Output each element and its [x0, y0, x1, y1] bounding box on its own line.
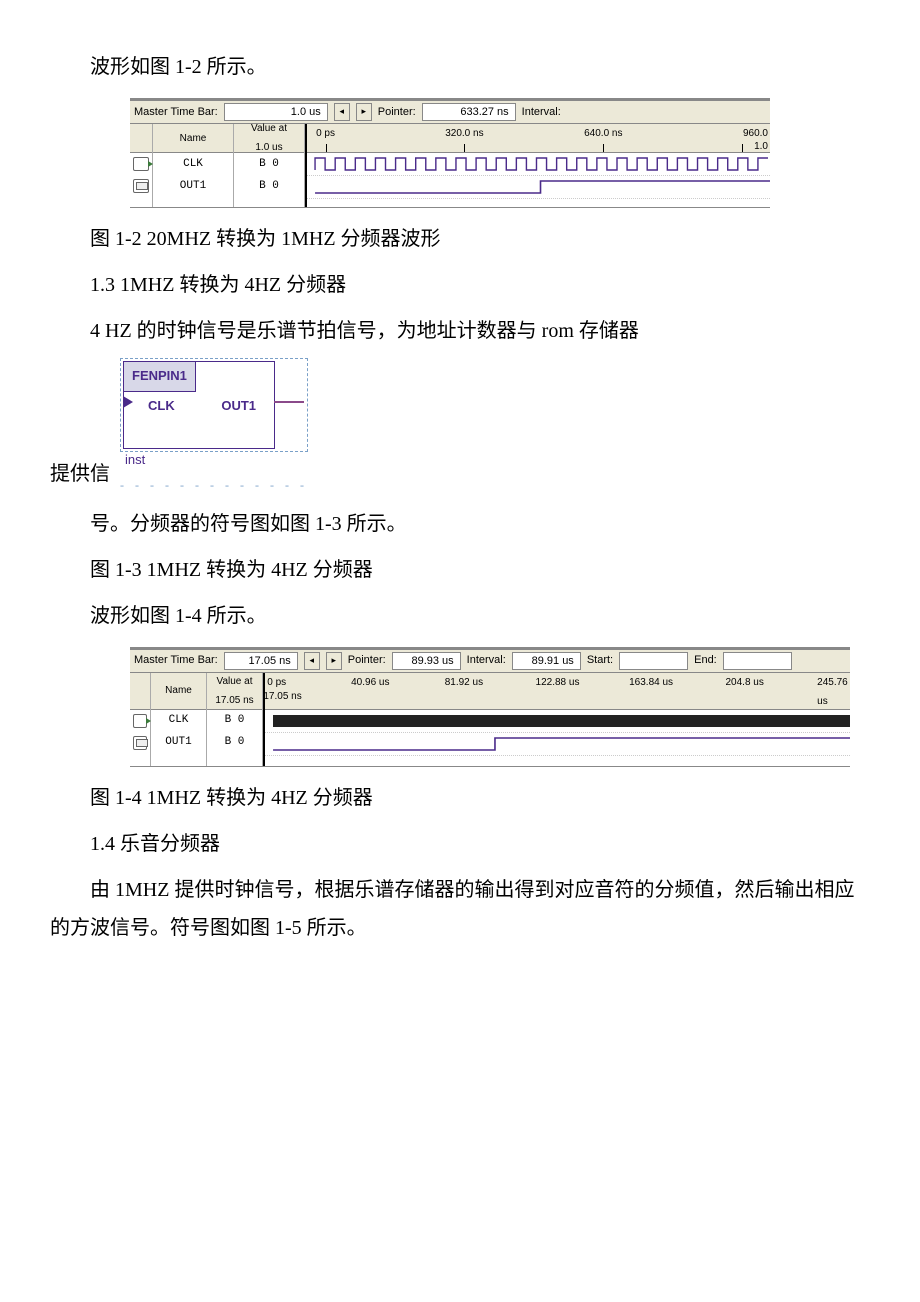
value-column-header: Value at — [217, 672, 253, 691]
figure-caption: 图 1-2 20MHZ 转换为 1MHZ 分频器波形 — [50, 220, 870, 258]
figure-caption: 图 1-4 1MHZ 转换为 4HZ 分频器 — [50, 779, 870, 817]
signal-name[interactable]: CLK — [151, 710, 206, 732]
name-column-header: Name — [153, 124, 233, 153]
time-ruler: 0 ps 40.96 us 81.92 us 122.88 us 163.84 … — [265, 673, 850, 710]
block-diagram: FENPIN1 CLK OUT1 inst — [120, 358, 308, 452]
port-label-clk: CLK — [148, 394, 175, 419]
waveform-lane-clk — [307, 153, 770, 176]
pointer-field[interactable]: 89.93 us — [392, 652, 461, 670]
waveform-lane-out1 — [307, 176, 770, 199]
step-right-button[interactable]: ▸ — [326, 652, 342, 670]
section-heading: 1.4 乐音分频器 — [50, 825, 870, 863]
value-column-time: 17.05 ns — [215, 691, 253, 710]
figure-1-2: Master Time Bar: 1.0 us ◂ ▸ Pointer: 633… — [130, 98, 870, 208]
master-time-bar-label: Master Time Bar: — [134, 650, 218, 671]
waveform-toolbar: Master Time Bar: 1.0 us ◂ ▸ Pointer: 633… — [130, 101, 770, 124]
signal-value: B 0 — [234, 153, 304, 175]
waveform-lane-clk — [265, 710, 850, 733]
output-pin-icon — [133, 736, 147, 750]
figure-1-4: Master Time Bar: 17.05 ns ◂ ▸ Pointer: 8… — [130, 647, 870, 767]
value-column-header: Value at — [251, 119, 287, 138]
time-ruler: 0 ps 320.0 ns 640.0 ns 960.0 1.0 — [307, 124, 770, 153]
waveform-plot[interactable]: 0 ps 320.0 ns 640.0 ns 960.0 1.0 — [307, 124, 770, 207]
start-field[interactable] — [619, 652, 688, 670]
figure-caption: 图 1-3 1MHZ 转换为 4HZ 分频器 — [50, 551, 870, 589]
waveform-plot[interactable]: 0 ps 40.96 us 81.92 us 122.88 us 163.84 … — [265, 673, 850, 766]
interval-field[interactable]: 89.91 us — [512, 652, 581, 670]
signal-value: B 0 — [207, 732, 262, 754]
waveform-toolbar: Master Time Bar: 17.05 ns ◂ ▸ Pointer: 8… — [130, 650, 850, 673]
instance-label: inst — [125, 448, 145, 473]
interval-label: Interval: — [522, 102, 561, 123]
waveform-lane-out1 — [265, 733, 850, 756]
port-label-out1: OUT1 — [221, 394, 256, 419]
input-pin-icon — [133, 157, 149, 171]
signal-value: B 0 — [207, 710, 262, 732]
step-left-button[interactable]: ◂ — [304, 652, 320, 670]
name-column-header: Name — [151, 673, 206, 710]
master-time-bar-label: Master Time Bar: — [134, 102, 218, 123]
paragraph: 波形如图 1-2 所示。 — [50, 48, 870, 86]
signal-value: B 0 — [234, 175, 304, 197]
start-label: Start: — [587, 650, 613, 671]
signal-name[interactable]: OUT1 — [151, 732, 206, 754]
end-label: End: — [694, 650, 717, 671]
paragraph: 号。分频器的符号图如图 1-3 所示。 — [50, 505, 870, 543]
section-heading: 1.3 1MHZ 转换为 4HZ 分频器 — [50, 266, 870, 304]
figure-1-3: FENPIN1 CLK OUT1 inst - - - - - - - - - … — [120, 358, 308, 497]
paragraph-fragment: 提供信 — [50, 455, 110, 493]
pointer-label: Pointer: — [348, 650, 386, 671]
signal-name[interactable]: CLK — [153, 153, 233, 175]
step-left-button[interactable]: ◂ — [334, 103, 350, 121]
paragraph: 4 HZ 的时钟信号是乐谱节拍信号，为地址计数器与 rom 存储器 — [50, 312, 870, 350]
waveform-viewer: Master Time Bar: 17.05 ns ◂ ▸ Pointer: 8… — [130, 647, 850, 767]
pointer-field[interactable]: 633.27 ns — [422, 103, 516, 121]
step-right-button[interactable]: ▸ — [356, 103, 372, 121]
paragraph: 波形如图 1-4 所示。 — [50, 597, 870, 635]
output-pin-icon — [133, 179, 149, 193]
input-pin-icon — [133, 714, 147, 728]
pointer-label: Pointer: — [378, 102, 416, 123]
master-time-bar-field[interactable]: 17.05 ns — [224, 652, 298, 670]
paragraph: 由 1MHZ 提供时钟信号，根据乐谱存储器的输出得到对应音符的分频值，然后输出相… — [50, 871, 870, 947]
selection-dashes: - - - - - - - - - - - - - — [120, 474, 308, 497]
signal-name[interactable]: OUT1 — [153, 175, 233, 197]
interval-label: Interval: — [467, 650, 506, 671]
output-wire — [274, 401, 304, 403]
block-title: FENPIN1 — [123, 361, 196, 392]
waveform-viewer: Master Time Bar: 1.0 us ◂ ▸ Pointer: 633… — [130, 98, 770, 208]
end-field[interactable] — [723, 652, 792, 670]
clock-port-icon — [123, 396, 133, 408]
